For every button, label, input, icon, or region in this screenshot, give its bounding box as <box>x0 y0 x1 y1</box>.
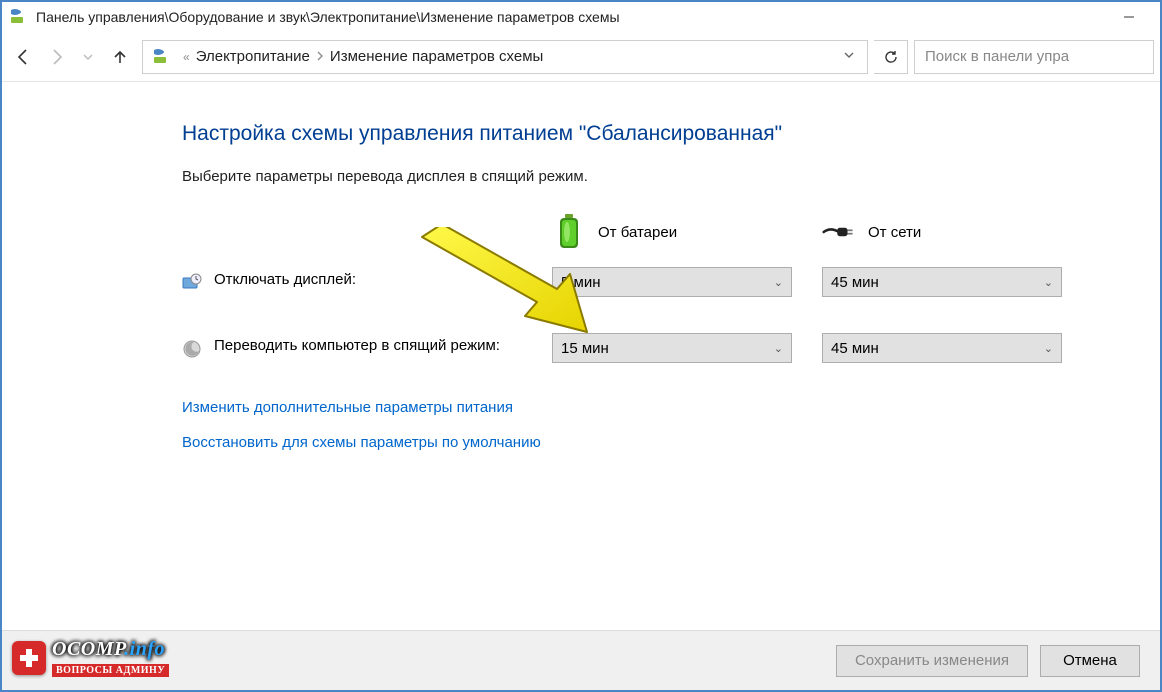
column-headers: От батареи От сети <box>182 215 1120 249</box>
watermark-site: OCOMP <box>52 638 124 660</box>
setting-label: Отключать дисплей: <box>214 271 356 288</box>
recent-locations-button[interactable] <box>72 41 104 73</box>
chevron-down-icon: ⌄ <box>774 342 783 355</box>
address-dropdown-button[interactable] <box>833 48 865 65</box>
column-on-battery: От батареи <box>552 215 822 249</box>
select-value: 45 мин <box>831 340 879 357</box>
setting-row-sleep: Переводить компьютер в спящий режим: 15 … <box>182 333 1120 363</box>
cancel-button[interactable]: Отмена <box>1040 645 1140 677</box>
sleep-battery-select[interactable]: 15 мин ⌄ <box>552 333 792 363</box>
search-placeholder: Поиск в панели упра <box>925 48 1069 65</box>
address-bar[interactable]: « Электропитание Изменение параметров сх… <box>142 40 868 74</box>
select-value: 15 мин <box>561 340 609 357</box>
chevron-down-icon: ⌄ <box>1044 342 1053 355</box>
power-options-icon <box>151 46 173 68</box>
advanced-power-settings-link[interactable]: Изменить дополнительные параметры питани… <box>182 399 1120 416</box>
column-label: От сети <box>868 224 921 241</box>
select-value: 45 мин <box>831 274 879 291</box>
plug-icon <box>822 215 856 249</box>
watermark-domain: .info <box>124 638 165 660</box>
sleep-plugged-select[interactable]: 45 мин ⌄ <box>822 333 1062 363</box>
forward-button[interactable] <box>40 41 72 73</box>
back-button[interactable] <box>8 41 40 73</box>
column-plugged-in: От сети <box>822 215 1092 249</box>
window-title: Панель управления\Оборудование и звук\Эл… <box>36 9 620 25</box>
content: Настройка схемы управления питанием "Сба… <box>2 82 1160 451</box>
display-off-plugged-select[interactable]: 45 мин ⌄ <box>822 267 1062 297</box>
button-label: Отмена <box>1063 652 1117 669</box>
explorer-toolbar: « Электропитание Изменение параметров сх… <box>2 32 1160 82</box>
window-controls <box>1106 3 1152 31</box>
select-value: 5 мин <box>561 274 601 291</box>
moon-icon <box>182 339 202 359</box>
chevron-down-icon: ⌄ <box>774 276 783 289</box>
page-title: Настройка схемы управления питанием "Сба… <box>182 122 1120 146</box>
dialog-footer: Сохранить изменения Отмена <box>2 630 1160 690</box>
power-options-icon <box>10 8 28 26</box>
monitor-clock-icon <box>182 273 202 293</box>
titlebar: Панель управления\Оборудование и звук\Эл… <box>2 2 1160 32</box>
button-label: Сохранить изменения <box>855 652 1009 669</box>
breadcrumb-segment[interactable]: Изменение параметров схемы <box>328 44 545 69</box>
search-input[interactable]: Поиск в панели упра <box>914 40 1154 74</box>
setting-row-display-off: Отключать дисплей: 5 мин ⌄ 45 мин ⌄ <box>182 267 1120 297</box>
chevron-right-icon <box>316 50 324 64</box>
up-button[interactable] <box>104 41 136 73</box>
column-label: От батареи <box>598 224 677 241</box>
chevron-left-icon: « <box>183 50 190 64</box>
watermark-logo-icon <box>12 641 46 675</box>
refresh-button[interactable] <box>874 40 908 74</box>
watermark-tagline: ВОПРОСЫ АДМИНУ <box>52 664 169 677</box>
display-off-battery-select[interactable]: 5 мин ⌄ <box>552 267 792 297</box>
battery-icon <box>552 215 586 249</box>
restore-defaults-link[interactable]: Восстановить для схемы параметры по умол… <box>182 434 1120 451</box>
page-subtitle: Выберите параметры перевода дисплея в сп… <box>182 168 1120 185</box>
minimize-button[interactable] <box>1106 3 1152 31</box>
save-button[interactable]: Сохранить изменения <box>836 645 1028 677</box>
chevron-down-icon: ⌄ <box>1044 276 1053 289</box>
setting-label: Переводить компьютер в спящий режим: <box>214 337 500 354</box>
window: Панель управления\Оборудование и звук\Эл… <box>0 0 1162 692</box>
breadcrumb-segment[interactable]: Электропитание <box>194 44 312 69</box>
watermark: OCOMP.info ВОПРОСЫ АДМИНУ <box>12 638 169 678</box>
